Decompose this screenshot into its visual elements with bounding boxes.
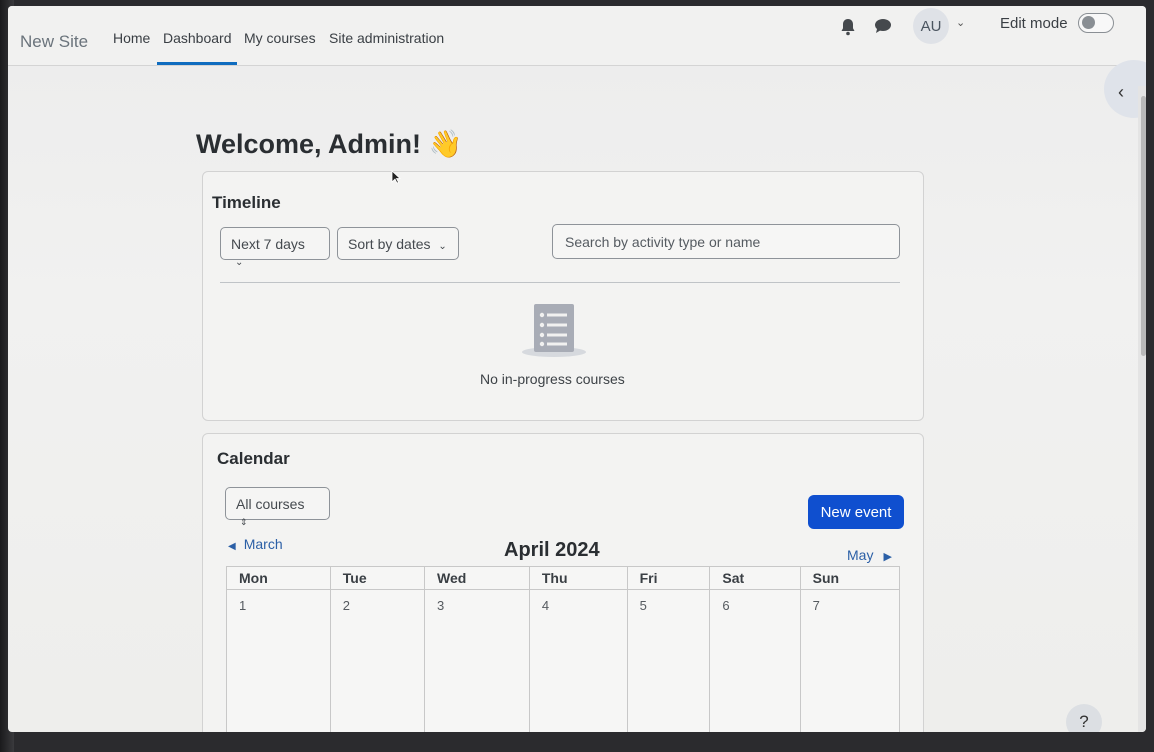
- site-brand[interactable]: New Site: [20, 32, 88, 52]
- calendar-course-filter-select[interactable]: All courses ⇕: [225, 487, 330, 527]
- calendar-course-filter-label: All courses: [236, 496, 305, 512]
- toggle-knob: [1082, 16, 1095, 29]
- timeline-sort-label: Sort by dates: [348, 236, 431, 252]
- calendar-weekday-row: Mon Tue Wed Thu Fri Sat Sun: [226, 566, 901, 590]
- chevron-down-icon: ⌄: [235, 257, 244, 268]
- prev-month-label: March: [243, 536, 283, 552]
- messages-chat-icon[interactable]: [874, 18, 892, 39]
- browser-viewport: New Site Home Dashboard My courses Site …: [8, 6, 1146, 732]
- timeline-sort-dropdown[interactable]: Sort by dates ⌄: [337, 227, 459, 260]
- timeline-divider: [220, 282, 900, 283]
- top-navbar: New Site Home Dashboard My courses Site …: [8, 6, 1146, 66]
- weekday-header: Sun: [799, 566, 901, 590]
- calendar-day-cell[interactable]: 3: [424, 589, 530, 732]
- nav-my-courses[interactable]: My courses: [244, 30, 316, 46]
- calendar-day-cell[interactable]: 6: [709, 589, 801, 732]
- calendar-day-cell[interactable]: 1: [226, 589, 331, 732]
- nav-home[interactable]: Home: [113, 30, 150, 46]
- timeline-empty-message: No in-progress courses: [480, 371, 625, 387]
- calendar-day-cell[interactable]: 2: [329, 589, 426, 732]
- edit-mode-label: Edit mode: [1000, 15, 1068, 32]
- edit-mode-toggle[interactable]: [1078, 13, 1114, 33]
- nav-site-administration[interactable]: Site administration: [329, 30, 444, 46]
- timeline-heading: Timeline: [212, 193, 281, 212]
- caret-right-icon: ▶: [883, 551, 892, 563]
- help-button[interactable]: ?: [1066, 704, 1102, 732]
- timeline-search-field[interactable]: [552, 224, 900, 259]
- chevron-down-icon: ⌄: [438, 241, 447, 252]
- calendar-day-cell[interactable]: 4: [528, 589, 628, 732]
- next-month-label: May: [847, 547, 874, 563]
- page-title: Welcome, Admin! 👋: [196, 129, 463, 159]
- page-scrollbar-thumb[interactable]: [1141, 96, 1146, 356]
- prev-month-link[interactable]: ◀ March: [228, 536, 283, 552]
- weekday-header: Sat: [709, 566, 801, 590]
- calendar-day-cell[interactable]: 7: [799, 589, 901, 732]
- weekday-header: Fri: [626, 566, 711, 590]
- calendar-day-cell[interactable]: 5: [626, 589, 711, 732]
- weekday-header: Thu: [528, 566, 628, 590]
- calendar-heading: Calendar: [217, 449, 290, 468]
- empty-list-icon: [520, 302, 588, 365]
- nav-dashboard[interactable]: Dashboard: [163, 30, 232, 46]
- notifications-bell-icon[interactable]: [840, 18, 856, 41]
- timeline-day-filter-label: Next 7 days: [231, 236, 305, 252]
- timeline-search-input[interactable]: [553, 225, 899, 258]
- weekday-header: Wed: [424, 566, 530, 590]
- active-tab-indicator: [157, 62, 237, 65]
- select-updown-icon: ⇕: [240, 517, 248, 527]
- calendar-week-row: 1 2 3 4 5 6 7: [226, 589, 901, 732]
- weekday-header: Mon: [226, 566, 331, 590]
- timeline-day-filter-dropdown[interactable]: Next 7 days ⌄: [220, 227, 330, 268]
- mouse-pointer-icon: [391, 170, 402, 189]
- new-event-button[interactable]: New event: [808, 495, 904, 529]
- current-month-title: April 2024: [504, 539, 600, 561]
- caret-left-icon: ◀: [228, 541, 236, 552]
- user-avatar[interactable]: AU: [913, 8, 949, 44]
- weekday-header: Tue: [329, 566, 426, 590]
- next-month-link[interactable]: May ▶: [847, 547, 892, 563]
- user-menu-chevron-down-icon[interactable]: ⌄: [956, 16, 965, 29]
- calendar-month-grid: Mon Tue Wed Thu Fri Sat Sun 1 2 3 4 5 6 …: [226, 566, 901, 732]
